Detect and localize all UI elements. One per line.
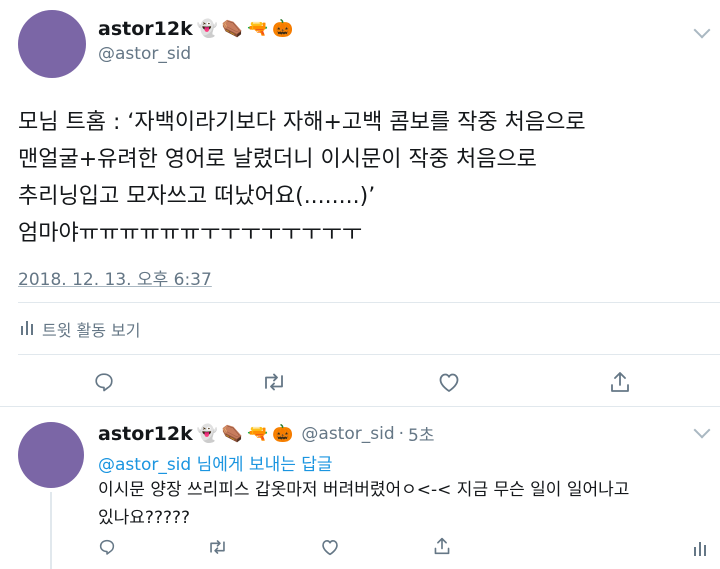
water-pistol-emoji: 🔫 <box>247 19 269 39</box>
analytics-button[interactable] <box>693 540 707 556</box>
reply-time[interactable]: 5초 <box>408 421 434 446</box>
like-button[interactable] <box>437 371 461 393</box>
share-icon <box>611 372 629 392</box>
coffin-emoji: ⚰️ <box>221 423 244 444</box>
replying-to-mention[interactable]: @astor_sid <box>98 455 191 475</box>
retweet-icon <box>210 540 225 554</box>
separator-dot: · <box>398 423 405 444</box>
thread-line <box>50 492 52 569</box>
tweet-text-line: 추리닝입고 모자쓰고 떠났어요(........)’ <box>18 184 376 209</box>
reply-icon <box>95 373 113 392</box>
avatar[interactable] <box>18 10 86 78</box>
like-icon <box>322 540 338 556</box>
like-icon <box>439 373 459 392</box>
reply-avatar[interactable] <box>18 422 84 488</box>
tweet-text-line: 맨얼굴+유려한 영어로 날렸더니 이시문이 작중 처음으로 <box>18 147 537 172</box>
share-button[interactable] <box>433 536 451 556</box>
ghost-emoji: 👻 <box>196 423 218 444</box>
tweet-text-line: 엄마야ㅠㅠㅠㅠㅠㅠㅜㅜㅜㅜㅜㅜㅜㅜ <box>18 221 363 246</box>
divider <box>18 354 720 355</box>
reply-icon <box>99 539 115 555</box>
ghost-emoji: 👻 <box>196 19 218 39</box>
tweet-activity-label: 트윗 활동 보기 <box>42 321 141 340</box>
share-button[interactable] <box>609 370 631 394</box>
retweet-button[interactable] <box>261 371 287 393</box>
coffin-emoji: ⚰️ <box>221 19 244 39</box>
reply-author-row: astor12k 👻 ⚰️ 🔫 🎃 @astor_sid · 5초 <box>98 421 434 447</box>
like-button[interactable] <box>320 538 340 556</box>
reply-text: 이시문 양장 쓰리피스 갑옷마저 버려버렸어ㅇ<-< 지금 무슨 일이 일어나고… <box>98 480 630 528</box>
analytics-icon <box>694 542 706 556</box>
jack-o-lantern-emoji: 🎃 <box>272 19 294 39</box>
divider <box>0 406 720 407</box>
replying-to: @astor_sid 님에게 보내는 답글 <box>98 450 333 475</box>
display-name[interactable]: astor12k <box>98 18 193 40</box>
reply-display-name[interactable]: astor12k <box>98 423 193 445</box>
tweet-timestamp[interactable]: 2018. 12. 13. 오후 6:37 <box>18 265 212 290</box>
chevron-down-icon[interactable] <box>693 421 711 439</box>
reply-button[interactable] <box>98 538 116 556</box>
jack-o-lantern-emoji: 🎃 <box>272 423 294 444</box>
retweet-icon <box>265 373 283 391</box>
share-icon <box>434 537 450 555</box>
reply-handle[interactable]: @astor_sid <box>301 424 394 444</box>
author-handle[interactable]: @astor_sid <box>98 44 191 64</box>
divider <box>18 302 720 303</box>
replying-to-label: 님에게 보내는 답글 <box>196 455 333 475</box>
tweet-text: 모님 트홈 : ‘자백이라기보다 자해+고백 콤보를 작중 처음으로 맨얼굴+유… <box>18 104 708 252</box>
reply-button[interactable] <box>93 371 115 393</box>
author-name-row: astor12k 👻 ⚰️ 🔫 🎃 <box>98 18 293 40</box>
water-pistol-emoji: 🔫 <box>247 423 269 444</box>
analytics-icon <box>20 319 34 339</box>
tweet-text-line: 모님 트홈 : ‘자백이라기보다 자해+고백 콤보를 작중 처음으로 <box>18 110 586 135</box>
retweet-button[interactable] <box>207 538 228 556</box>
chevron-down-icon[interactable] <box>693 21 711 39</box>
tweet-activity-link[interactable]: 트윗 활동 보기 <box>20 317 141 341</box>
